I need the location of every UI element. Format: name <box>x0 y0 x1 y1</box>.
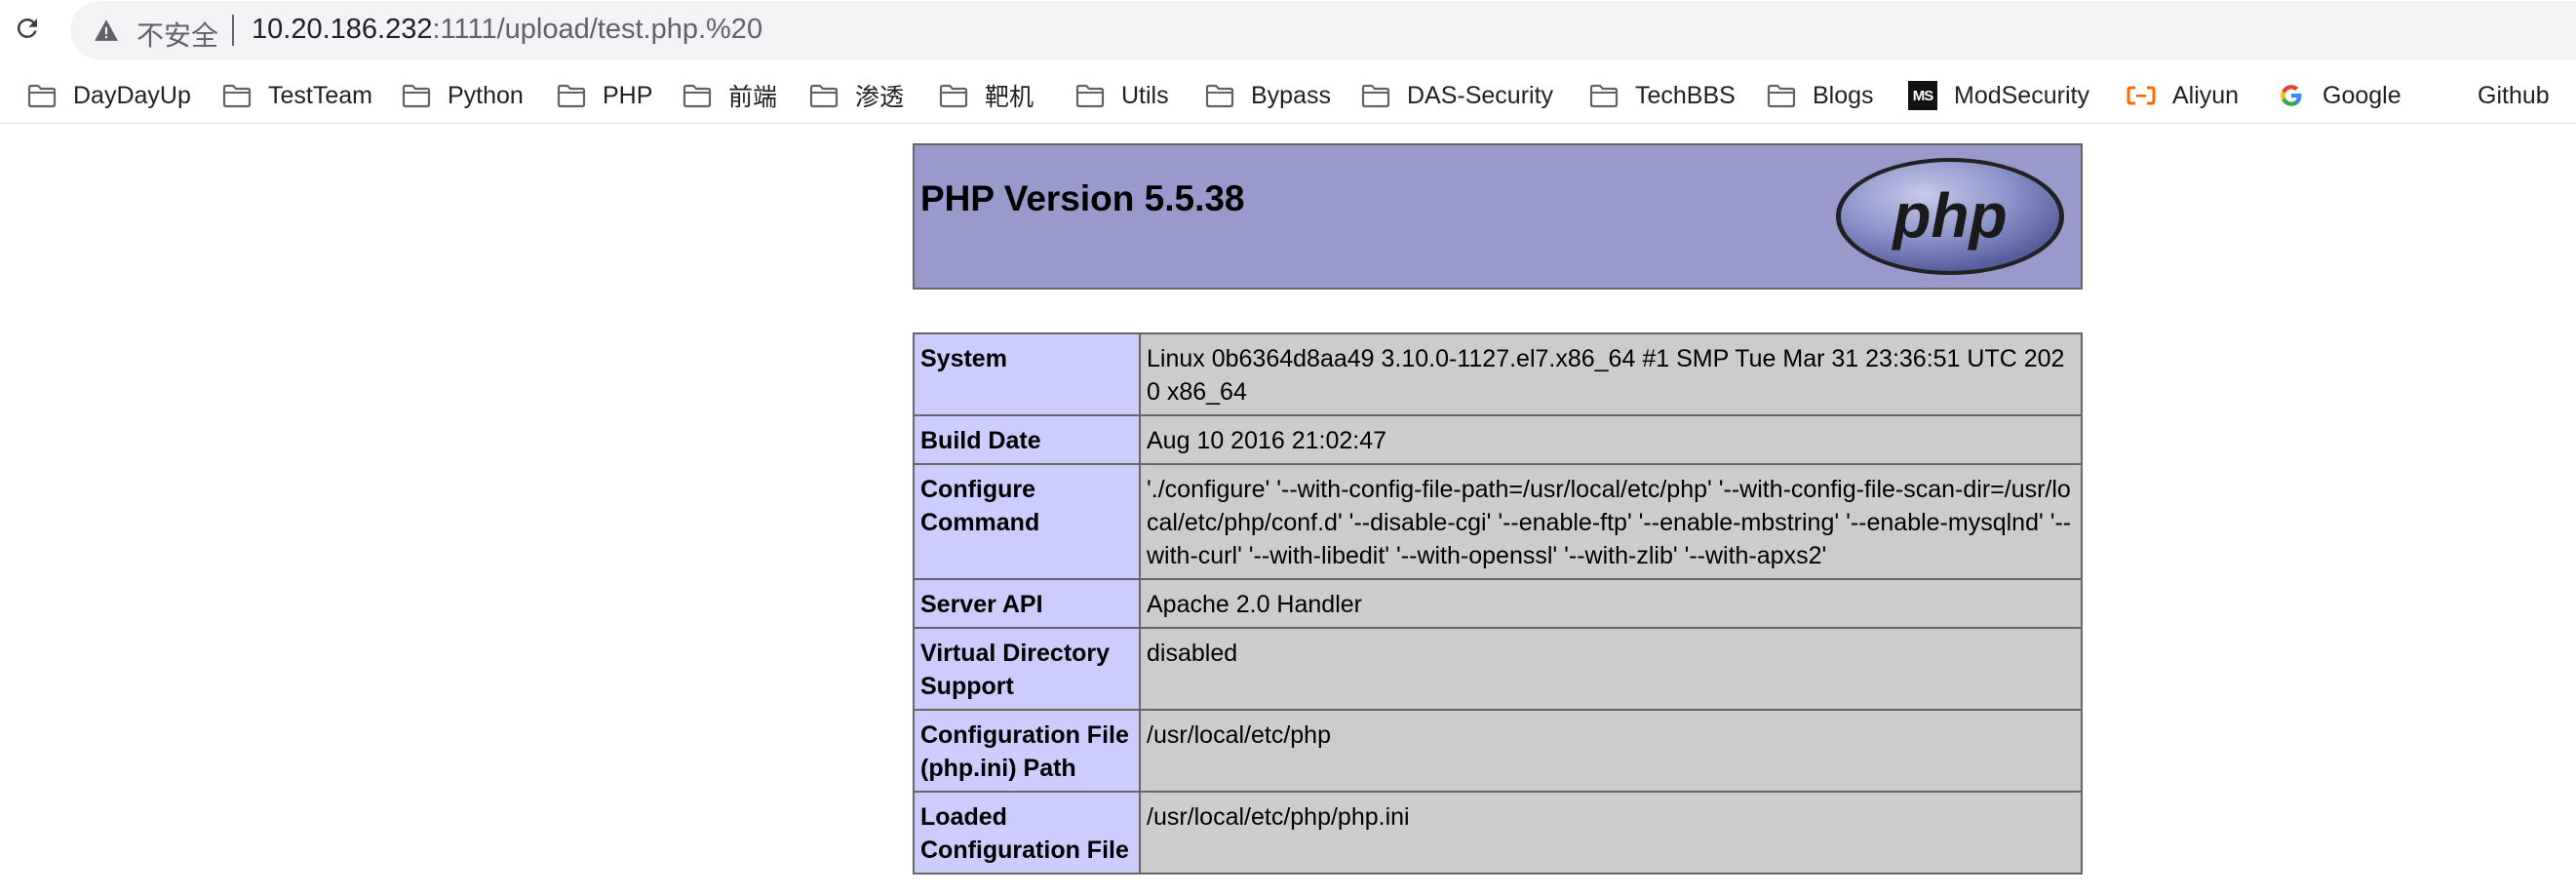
page-title: PHP Version 5.5.38 <box>920 178 1245 218</box>
bookmark-label: 前端 <box>728 84 778 111</box>
url-host: 10.20.186.232 <box>252 14 433 45</box>
folder-icon <box>939 83 968 108</box>
bookmark-label: 渗透 <box>855 84 905 111</box>
bookmark-label: ModSecurity <box>1954 81 2089 109</box>
bookmark-utils[interactable]: Utils <box>1075 74 1169 117</box>
bookmark--[interactable]: 靶机 <box>939 74 1034 117</box>
bookmark-label: DayDayUp <box>73 81 191 109</box>
row-key: Loaded Configuration File <box>913 791 1141 875</box>
bookmark-label: PHP <box>603 81 653 109</box>
row-value: disabled <box>1139 627 2083 711</box>
folder-icon <box>557 83 586 108</box>
google-icon <box>2277 83 2306 108</box>
bookmark-label: DAS-Security <box>1407 81 1554 109</box>
folder-icon <box>1767 83 1796 108</box>
bookmark-modsecurity[interactable]: MS ModSecurity <box>1908 74 2089 117</box>
bookmark-python[interactable]: Python <box>402 74 524 117</box>
bookmark-label: TestTeam <box>268 81 372 109</box>
bookmark-daydayup[interactable]: DayDayUp <box>27 74 191 117</box>
phpinfo-header-table: PHP Version 5.5.38 php <box>913 143 2083 290</box>
row-value: /usr/local/etc/php/php.ini <box>1139 791 2083 875</box>
bookmark-label: 靶机 <box>985 84 1034 111</box>
table-row: Configuration File (php.ini) Path/usr/lo… <box>913 709 2083 793</box>
table-row: Virtual Directory Support disabled <box>913 627 2083 711</box>
row-key: Build Date <box>913 414 1141 465</box>
folder-icon <box>809 83 839 108</box>
bookmark-das-security[interactable]: DAS-Security <box>1361 74 1553 117</box>
bookmark-google[interactable]: Google <box>2277 74 2401 117</box>
phpinfo-content: PHP Version 5.5.38 php System Linux 0b63… <box>913 143 2083 875</box>
php-logo[interactable]: php <box>1833 155 2067 278</box>
bookmark-label: Python <box>448 81 524 109</box>
bookmark--[interactable]: 渗透 <box>809 74 904 117</box>
bookmark-label: Github <box>2478 81 2550 109</box>
bookmark-label: TechBBS <box>1635 81 1736 109</box>
row-value: Aug 10 2016 21:02:47 <box>1139 414 2083 465</box>
row-value: './configure' '--with-config-file-path=/… <box>1139 463 2083 580</box>
folder-icon <box>27 83 57 108</box>
bookmarks-bar: DayDayUp TestTeam Python PHP 前端 渗透 靶机 Utils Bypa… <box>0 68 2576 124</box>
folder-icon <box>1361 83 1390 108</box>
phpinfo-table: System Linux 0b6364d8aa49 3.10.0-1127.el7… <box>913 332 2083 875</box>
php-logo-text: php <box>1891 180 2007 251</box>
phpinfo-header: PHP Version 5.5.38 php <box>913 143 2083 290</box>
table-row: Configure Command './configure' '--with-c… <box>913 463 2083 580</box>
row-value: Linux 0b6364d8aa49 3.10.0-1127.el7.x86_6… <box>1139 332 2083 416</box>
bookmark-label: Utils <box>1121 81 1169 109</box>
bookmark-label: Bypass <box>1251 81 1331 109</box>
folder-icon <box>222 83 252 108</box>
row-key: Virtual Directory Support <box>913 627 1141 711</box>
modsecurity-icon: MS <box>1908 81 1937 110</box>
table-row: System Linux 0b6364d8aa49 3.10.0-1127.el7… <box>913 332 2083 416</box>
folder-icon <box>402 83 431 108</box>
bookmark-bypass[interactable]: Bypass <box>1205 74 1331 117</box>
bookmark-php[interactable]: PHP <box>557 74 652 117</box>
warning-icon[interactable] <box>94 19 119 42</box>
bookmark-label: Blogs <box>1813 81 1874 109</box>
url-path: :1111/upload/test.php.%20 <box>432 14 763 45</box>
table-row: Server API Apache 2.0 Handler <box>913 578 2083 629</box>
row-key: Configure Command <box>913 463 1141 580</box>
omnibox[interactable]: 不安全 10.20.186.232:1111/upload/test.php.%… <box>70 1 2576 59</box>
bookmark-github[interactable]: Github <box>2478 74 2550 117</box>
bookmark-label: Google <box>2322 81 2401 109</box>
reload-icon <box>17 18 37 38</box>
row-value: /usr/local/etc/php <box>1139 709 2083 793</box>
folder-icon <box>1075 83 1105 108</box>
folder-icon <box>683 83 712 108</box>
folder-icon <box>1589 83 1619 108</box>
bookmark-label: Aliyun <box>2172 81 2240 109</box>
bookmark-techbbs[interactable]: TechBBS <box>1589 74 1736 117</box>
row-key: Configuration File (php.ini) Path <box>913 709 1141 793</box>
security-status-label[interactable]: 不安全 <box>137 15 218 54</box>
omnibox-separator <box>232 15 234 46</box>
url-text[interactable]: 10.20.186.232:1111/upload/test.php.%20 <box>252 14 762 46</box>
bookmark--[interactable]: 前端 <box>683 74 777 117</box>
row-key: System <box>913 332 1141 416</box>
bookmark-testteam[interactable]: TestTeam <box>222 74 372 117</box>
row-key: Server API <box>913 578 1141 629</box>
bookmark-blogs[interactable]: Blogs <box>1767 74 1874 117</box>
bookmark-aliyun[interactable]: Aliyun <box>2127 74 2239 117</box>
address-bar-area: 不安全 10.20.186.232:1111/upload/test.php.%… <box>0 0 2576 60</box>
table-row: Loaded Configuration File/usr/local/etc/… <box>913 791 2083 875</box>
row-value: Apache 2.0 Handler <box>1139 578 2083 629</box>
folder-icon <box>1205 83 1234 108</box>
table-row: Build Date Aug 10 2016 21:02:47 <box>913 414 2083 465</box>
aliyun-icon <box>2127 83 2156 108</box>
reload-button[interactable] <box>10 11 45 46</box>
